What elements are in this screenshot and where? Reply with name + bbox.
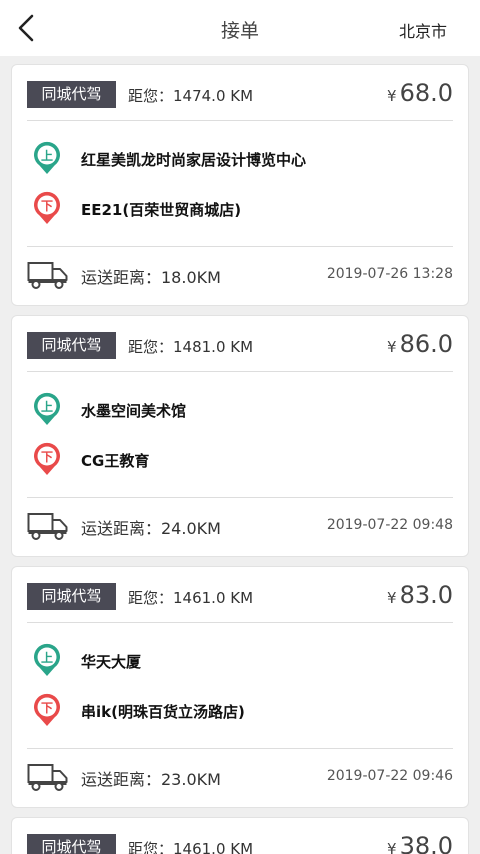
pickup-stop: 上 红星美凯龙时尚家居设计博览中心 xyxy=(32,141,452,175)
order-card[interactable]: 同城代驾 距您：1461.0 KM ¥38.0 xyxy=(11,817,469,854)
divider xyxy=(27,120,453,121)
currency-symbol: ¥ xyxy=(387,589,397,607)
nav-bar: 接单 北京市 xyxy=(0,0,480,56)
route-distance: 运送距离：23.0KM xyxy=(81,770,221,789)
dropoff-badge-text: 下 xyxy=(41,701,53,715)
distance-from-you: 距您：1474.0 KM xyxy=(128,87,254,105)
order-time: 2019-07-22 09:48 xyxy=(326,517,453,533)
dropoff-pin-icon: 下 xyxy=(34,442,60,475)
order-time: 2019-07-22 09:46 xyxy=(326,768,453,784)
dropoff-stop: 下 CG王教育 xyxy=(32,442,452,476)
divider xyxy=(27,748,453,749)
order-price: ¥86.0 xyxy=(387,330,453,358)
truck-icon xyxy=(27,513,68,540)
dropoff-badge-text: 下 xyxy=(41,199,53,213)
distance-from-you: 距您：1461.0 KM xyxy=(128,840,254,854)
route-distance: 运送距离：18.0KM xyxy=(81,268,221,287)
pickup-badge-text: 上 xyxy=(41,148,53,163)
pickup-stop: 上 水墨空间美术馆 xyxy=(32,392,452,426)
order-card[interactable]: 同城代驾 距您：1461.0 KM ¥83.0 上 华天大厦 下 串ik(明珠百… xyxy=(11,566,469,808)
currency-symbol: ¥ xyxy=(387,338,397,356)
dropoff-badge-text: 下 xyxy=(41,450,53,464)
dropoff-stop: 下 EE21(百荣世贸商城店) xyxy=(32,191,452,225)
currency-symbol: ¥ xyxy=(387,840,397,854)
divider xyxy=(27,246,453,247)
currency-symbol: ¥ xyxy=(387,87,397,105)
order-price: ¥68.0 xyxy=(387,79,453,107)
price-amount: 38.0 xyxy=(399,832,453,854)
price-amount: 83.0 xyxy=(399,581,453,609)
card-header: 同城代驾 距您：1461.0 KM ¥83.0 xyxy=(12,567,468,622)
price-amount: 68.0 xyxy=(399,79,453,107)
order-price: ¥83.0 xyxy=(387,581,453,609)
divider xyxy=(27,622,453,623)
service-type-tag: 同城代驾 xyxy=(27,834,116,854)
dropoff-pin-icon: 下 xyxy=(34,191,60,224)
pickup-address: 红星美凯龙时尚家居设计博览中心 xyxy=(81,151,307,169)
pickup-stop: 上 华天大厦 xyxy=(32,643,452,677)
service-type-tag: 同城代驾 xyxy=(27,81,116,108)
dropoff-address: 串ik(明珠百货立汤路店) xyxy=(81,703,245,721)
service-type-tag: 同城代驾 xyxy=(27,332,116,359)
pickup-pin-icon: 上 xyxy=(34,392,60,425)
pickup-address: 水墨空间美术馆 xyxy=(81,402,187,420)
order-card[interactable]: 同城代驾 距您：1481.0 KM ¥86.0 上 水墨空间美术馆 下 CG王教… xyxy=(11,315,469,557)
pickup-pin-icon: 上 xyxy=(34,141,60,174)
distance-from-you: 距您：1481.0 KM xyxy=(128,338,254,356)
card-header: 同城代驾 距您：1481.0 KM ¥86.0 xyxy=(12,316,468,371)
order-card[interactable]: 同城代驾 距您：1474.0 KM ¥68.0 上 红星美凯龙时尚家居设计博览中… xyxy=(11,64,469,306)
price-amount: 86.0 xyxy=(399,330,453,358)
dropoff-stop: 下 串ik(明珠百货立汤路店) xyxy=(32,693,452,727)
card-header: 同城代驾 距您：1461.0 KM ¥38.0 xyxy=(12,818,468,854)
city-selector[interactable]: 北京市 xyxy=(399,18,447,42)
pickup-badge-text: 上 xyxy=(41,650,53,665)
distance-from-you: 距您：1461.0 KM xyxy=(128,589,254,607)
card-header: 同城代驾 距您：1474.0 KM ¥68.0 xyxy=(12,65,468,120)
pickup-badge-text: 上 xyxy=(41,399,53,414)
pickup-address: 华天大厦 xyxy=(81,653,142,671)
divider xyxy=(27,497,453,498)
order-price: ¥38.0 xyxy=(387,832,453,854)
dropoff-address: EE21(百荣世贸商城店) xyxy=(81,201,242,219)
truck-icon xyxy=(27,764,68,791)
order-time: 2019-07-26 13:28 xyxy=(326,266,453,282)
truck-icon xyxy=(27,262,68,289)
service-type-tag: 同城代驾 xyxy=(27,583,116,610)
dropoff-pin-icon: 下 xyxy=(34,693,60,726)
pickup-pin-icon: 上 xyxy=(34,643,60,676)
route-distance: 运送距离：24.0KM xyxy=(81,519,221,538)
divider xyxy=(27,371,453,372)
dropoff-address: CG王教育 xyxy=(81,452,150,470)
